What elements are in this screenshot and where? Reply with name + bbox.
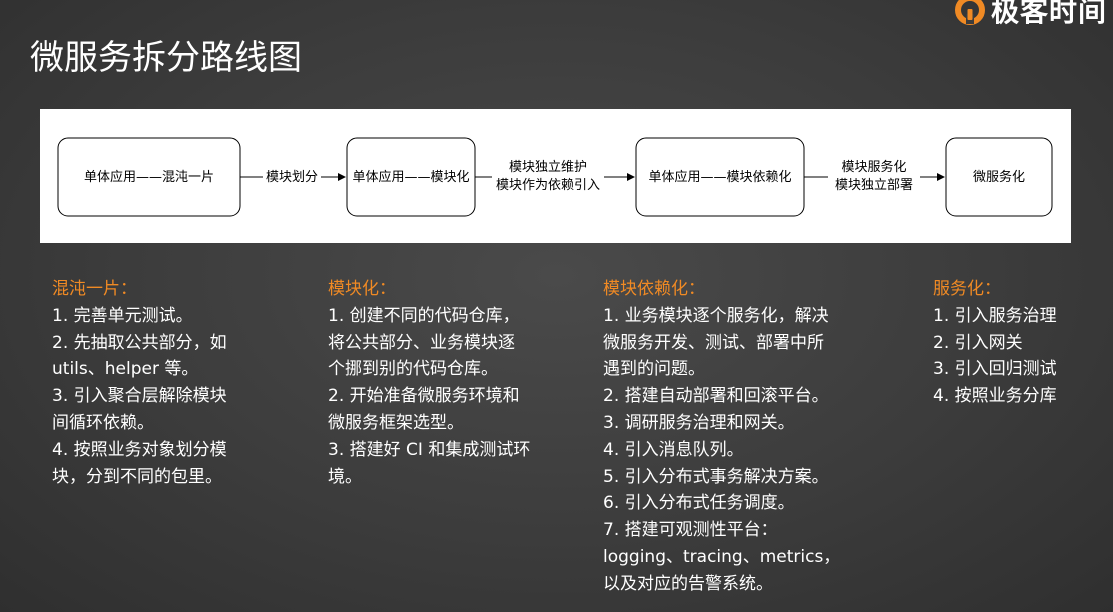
column-heading: 模块依赖化： <box>603 279 705 299</box>
column-heading: 混沌一片： <box>52 279 137 299</box>
arrow-2-label-line2: 模块作为依赖引入 <box>496 178 600 193</box>
list-item: 2. 先抽取公共部分，如 utils、helper 等。 <box>52 332 227 380</box>
list-item: 3. 搭建好 CI 和集成测试环 境。 <box>328 439 531 487</box>
brand-logo: 极客时间 <box>954 0 1107 30</box>
geektime-logo-icon <box>954 0 985 25</box>
list-item: 6. 引入分布式任务调度。 <box>603 493 795 514</box>
roadmap-diagram-svg: 单体应用——混沌一片 单体应用——模块化 单体应用——模块依赖化 微服务化 模块… <box>57 137 1053 217</box>
page-title: 微服务拆分路线图 <box>30 38 302 78</box>
list-item: 4. 按照业务对象划分模 块，分到不同的包里。 <box>52 439 227 487</box>
list-item: 2. 开始准备微服务环境和 微服务框架选型。 <box>328 386 520 433</box>
stage-label-2: 单体应用——模块化 <box>352 169 469 185</box>
column-modularization: 模块化： 1. 创建不同的代码仓库， 将公共部分、业务模块逐 个挪到别的代码仓库… <box>328 276 553 490</box>
arrow-3-label-line2: 模块独立部署 <box>835 178 913 193</box>
list-item: 3. 引入聚合层解除模块 间循环依赖。 <box>52 386 227 433</box>
list-item: 3. 引入回归测试 <box>933 359 1057 380</box>
arrow-2-label-line1: 模块独立维护 <box>509 160 587 175</box>
list-item: 1. 完善单元测试。 <box>52 305 193 326</box>
list-item: 4. 按照业务分库 <box>933 386 1057 407</box>
list-item: 2. 引入网关 <box>933 332 1023 353</box>
list-item: 2. 搭建自动部署和回滚平台。 <box>603 386 829 407</box>
list-item: 3. 调研服务治理和网关。 <box>603 412 795 433</box>
column-heading: 模块化： <box>328 279 396 299</box>
column-dependency: 模块依赖化： 1. 业务模块逐个服务化，解决 微服务开发、测试、部署中所 遇到的… <box>603 276 863 598</box>
list-item: 7. 搭建可观测性平台： logging、tracing、metrics， 以及… <box>603 520 841 594</box>
list-item: 1. 引入服务治理 <box>933 305 1057 326</box>
stage-label-3: 单体应用——模块依赖化 <box>648 169 791 185</box>
brand-name: 极客时间 <box>990 0 1107 28</box>
stage-label-1: 单体应用——混沌一片 <box>84 169 214 185</box>
column-chaos: 混沌一片： 1. 完善单元测试。 2. 先抽取公共部分，如 utils、help… <box>52 276 252 490</box>
roadmap-diagram: 单体应用——混沌一片 单体应用——模块化 单体应用——模块依赖化 微服务化 模块… <box>40 109 1071 243</box>
list-item: 1. 业务模块逐个服务化，解决 微服务开发、测试、部署中所 遇到的问题。 <box>603 305 829 380</box>
column-heading: 服务化： <box>933 279 1001 299</box>
list-item: 5. 引入分布式事务解决方案。 <box>603 466 829 487</box>
arrow-1-label: 模块划分 <box>266 170 318 185</box>
column-servicification: 服务化： 1. 引入服务治理 2. 引入网关 3. 引入回归测试 4. 按照业务… <box>933 276 1083 410</box>
list-item: 1. 创建不同的代码仓库， 将公共部分、业务模块逐 个挪到别的代码仓库。 <box>328 305 520 380</box>
stage-label-4: 微服务化 <box>973 169 1025 185</box>
arrow-3-label-line1: 模块服务化 <box>841 159 906 175</box>
list-item: 4. 引入消息队列。 <box>603 439 744 460</box>
